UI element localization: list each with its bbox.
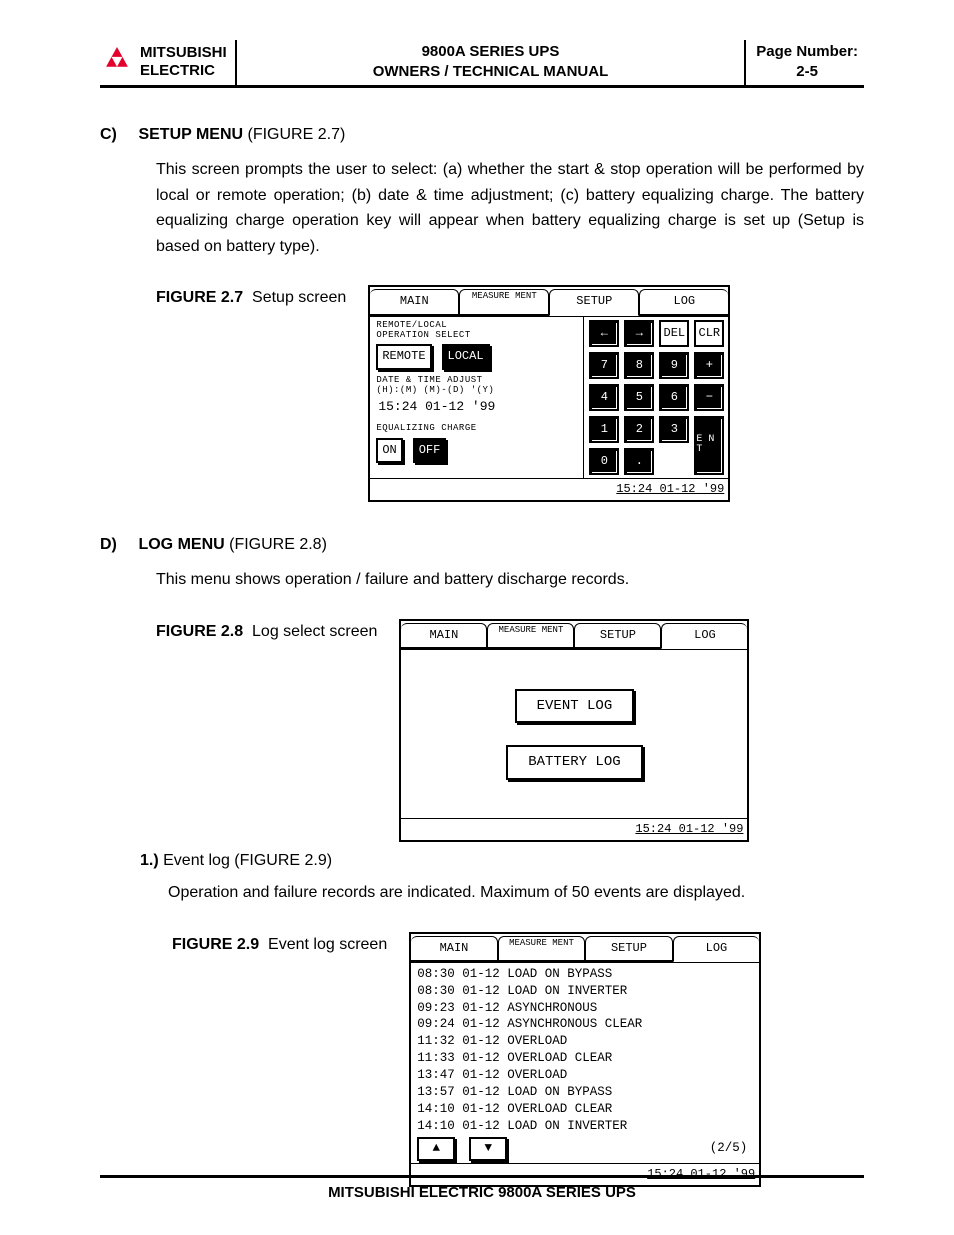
- key-7[interactable]: 7: [589, 352, 619, 379]
- section-c-letter: C): [100, 122, 134, 148]
- keypad: ← → DEL CLR 7 8 9 + 4 5 6: [583, 317, 728, 478]
- section-c-paragraph: This screen prompts the user to select: …: [156, 157, 864, 259]
- key-5[interactable]: 5: [624, 384, 654, 411]
- mitsubishi-logo-icon: [100, 47, 134, 77]
- log-row: 13:57 01-12 LOAD ON BYPASS: [417, 1084, 753, 1101]
- scroll-down-button[interactable]: ▼: [469, 1137, 507, 1161]
- sub1-title: Event log (FIGURE 2.9): [163, 852, 332, 869]
- fig28-label: FIGURE 2.8: [156, 623, 243, 640]
- key-0[interactable]: 0: [589, 448, 619, 475]
- key-9[interactable]: 9: [659, 352, 689, 379]
- tab-main[interactable]: MAIN: [401, 623, 487, 649]
- section-d-suffix: (FIGURE 2.8): [225, 536, 327, 553]
- key-1[interactable]: 1: [589, 416, 619, 443]
- triangle-down-icon: ▼: [484, 1140, 492, 1157]
- tab-log[interactable]: LOG: [661, 623, 747, 649]
- datetime-value: 15:24 01-12 '99: [378, 397, 577, 418]
- doc-title-1: 9800A SERIES UPS: [243, 42, 739, 62]
- section-c: C) SETUP MENU (FIGURE 2.7) This screen p…: [100, 122, 864, 502]
- key-4[interactable]: 4: [589, 384, 619, 411]
- brand-line2: ELECTRIC: [140, 62, 227, 80]
- key-8[interactable]: 8: [624, 352, 654, 379]
- local-button[interactable]: LOCAL: [442, 344, 490, 369]
- datetime-label2: (H):(M) (M)-(D) '(Y): [376, 386, 577, 396]
- fig27-caption: Setup screen: [252, 289, 346, 306]
- remote-local-label2: OPERATION SELECT: [376, 331, 577, 341]
- tab-setup[interactable]: SETUP: [585, 936, 673, 962]
- fig27-label: FIGURE 2.7: [156, 289, 243, 306]
- event-log-button[interactable]: EVENT LOG: [515, 689, 635, 723]
- fig29-label: FIGURE 2.9: [172, 936, 259, 953]
- key-clr[interactable]: CLR: [694, 320, 724, 347]
- key-left[interactable]: ←: [589, 320, 619, 347]
- key-right[interactable]: →: [624, 320, 654, 347]
- tab-measurement[interactable]: MEASURE MENT: [498, 936, 586, 962]
- section-c-suffix: (FIGURE 2.7): [243, 126, 345, 143]
- log-row: 09:24 01-12 ASYNCHRONOUS CLEAR: [417, 1016, 753, 1033]
- section-d-paragraph: This menu shows operation / failure and …: [156, 567, 864, 593]
- triangle-up-icon: ▲: [432, 1140, 440, 1157]
- fig27-statusbar: 15:24 01-12 '99: [370, 478, 728, 500]
- tab-setup[interactable]: SETUP: [549, 289, 639, 315]
- scroll-up-button[interactable]: ▲: [417, 1137, 455, 1161]
- eq-off-button[interactable]: OFF: [413, 438, 447, 463]
- log-row: 13:47 01-12 OVERLOAD: [417, 1067, 753, 1084]
- page-header: MITSUBISHI ELECTRIC 9800A SERIES UPS OWN…: [100, 40, 864, 88]
- fig28-caption: Log select screen: [252, 623, 377, 640]
- tab-main[interactable]: MAIN: [411, 936, 498, 962]
- fig29-caption: Event log screen: [268, 936, 387, 953]
- equalizing-label: EQUALIZING CHARGE: [376, 424, 577, 434]
- section-d-title: LOG MENU: [138, 536, 224, 553]
- key-plus[interactable]: +: [694, 352, 724, 379]
- log-row: 14:10 01-12 OVERLOAD CLEAR: [417, 1101, 753, 1118]
- tab-main[interactable]: MAIN: [370, 289, 459, 315]
- sub1-para: Operation and failure records are indica…: [168, 880, 864, 906]
- log-row: 08:30 01-12 LOAD ON BYPASS: [417, 966, 753, 983]
- tab-log[interactable]: LOG: [673, 936, 760, 962]
- battery-log-button[interactable]: BATTERY LOG: [506, 745, 642, 779]
- fig29-panel: MAIN MEASURE MENT SETUP LOG 08:30 01-12 …: [409, 932, 761, 1187]
- page-number: 2-5: [796, 63, 818, 80]
- log-row: 14:10 01-12 LOAD ON INVERTER: [417, 1118, 753, 1135]
- log-row: 09:23 01-12 ASYNCHRONOUS: [417, 1000, 753, 1017]
- key-6[interactable]: 6: [659, 384, 689, 411]
- section-d: D) LOG MENU (FIGURE 2.8) This menu shows…: [100, 532, 864, 1187]
- section-c-title: SETUP MENU: [138, 126, 243, 143]
- section-d-letter: D): [100, 532, 134, 558]
- fig28-statusbar: 15:24 01-12 '99: [401, 818, 747, 840]
- key-minus[interactable]: −: [694, 384, 724, 411]
- log-row: 11:33 01-12 OVERLOAD CLEAR: [417, 1050, 753, 1067]
- log-row: 08:30 01-12 LOAD ON INVERTER: [417, 983, 753, 1000]
- page-number-label: Page Number:: [756, 43, 858, 60]
- sub1-num: 1.): [140, 852, 159, 869]
- fig27-panel: MAIN MEASURE MENT SETUP LOG REMOTE/LOCAL…: [368, 285, 730, 501]
- key-2[interactable]: 2: [624, 416, 654, 443]
- tab-measurement[interactable]: MEASURE MENT: [459, 289, 549, 315]
- key-3[interactable]: 3: [659, 416, 689, 443]
- brand-line1: MITSUBISHI: [140, 44, 227, 62]
- doc-title-2: OWNERS / TECHNICAL MANUAL: [243, 62, 739, 82]
- remote-button[interactable]: REMOTE: [376, 344, 431, 369]
- key-dot[interactable]: .: [624, 448, 654, 475]
- page-indicator: (2/5): [710, 1140, 754, 1157]
- key-del[interactable]: DEL: [659, 320, 689, 347]
- key-ent[interactable]: E N T: [694, 416, 724, 475]
- tab-measurement[interactable]: MEASURE MENT: [487, 623, 574, 649]
- log-row: 11:32 01-12 OVERLOAD: [417, 1033, 753, 1050]
- page-footer: MITSUBISHI ELECTRIC 9800A SERIES UPS: [100, 1175, 864, 1201]
- eq-on-button[interactable]: ON: [376, 438, 402, 463]
- fig28-panel: MAIN MEASURE MENT SETUP LOG EVENT LOG BA…: [399, 619, 749, 842]
- tab-log[interactable]: LOG: [639, 289, 728, 315]
- tab-setup[interactable]: SETUP: [574, 623, 661, 649]
